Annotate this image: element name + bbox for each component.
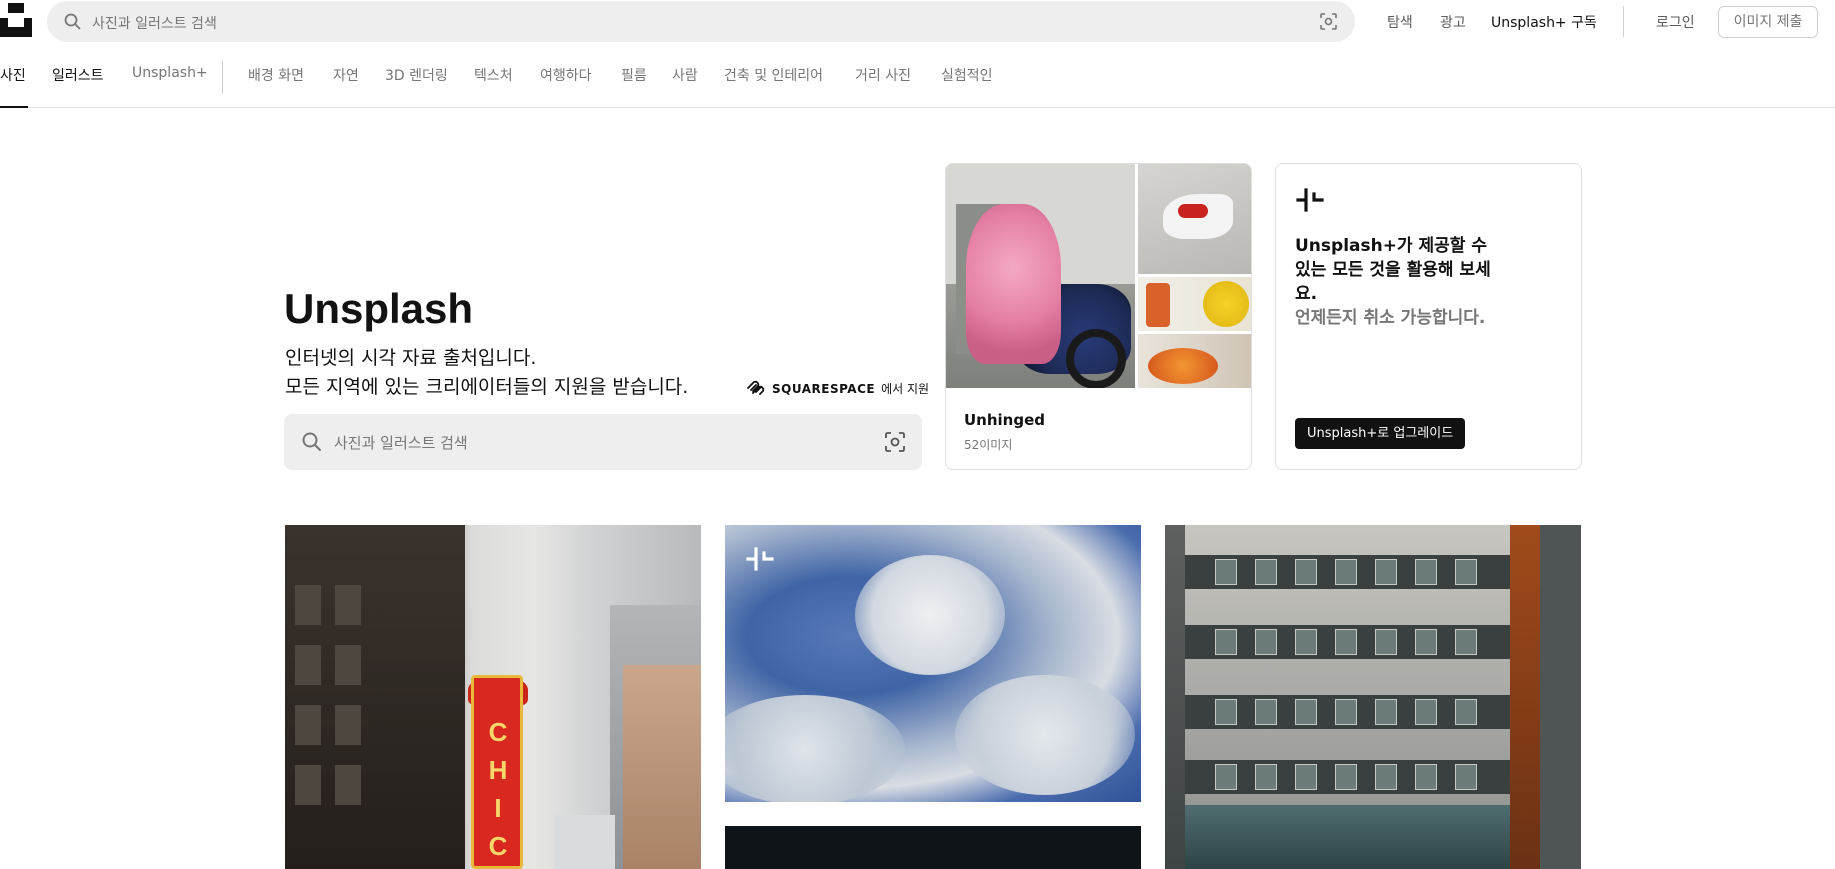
- promo-headline: Unsplash+가 제공할 수 있는 모든 것을 활용해 보세요.: [1295, 236, 1491, 304]
- search-icon[interactable]: [302, 432, 322, 456]
- top-header: 사진과 일러스트 검색 탐색 광고 Unsplash+ 구독 로그인 이미지 제…: [0, 0, 1835, 42]
- topic-architecture-interiors[interactable]: 건축 및 인테리어: [724, 65, 823, 85]
- sponsor-credit[interactable]: SQUARESPACE 에서 지원: [746, 378, 929, 399]
- photo-blue-terrain[interactable]: [725, 525, 1141, 802]
- unsplash-plus-promo-card: Unsplash+가 제공할 수 있는 모든 것을 활용해 보세요. 언제든지 …: [1275, 163, 1582, 470]
- topic-street-photography[interactable]: 거리 사진: [855, 65, 911, 85]
- tab-unsplash-plus[interactable]: Unsplash+: [132, 65, 208, 81]
- hero-tagline-1: 인터넷의 시각 자료 출처입니다.: [285, 347, 537, 369]
- collection-image-shoes: [1138, 164, 1251, 274]
- topic-travel[interactable]: 여행하다: [540, 65, 592, 85]
- category-separator: [222, 61, 223, 94]
- collection-image-still-life: [1138, 277, 1251, 331]
- photo-hong-kong-building[interactable]: [1165, 525, 1581, 869]
- chicago-sign-text: CHICA: [488, 717, 508, 861]
- topic-3d-renders[interactable]: 3D 렌더링: [385, 65, 448, 85]
- topic-wallpapers[interactable]: 배경 화면: [248, 65, 304, 85]
- squarespace-logo-icon: [746, 378, 766, 399]
- login-link[interactable]: 로그인: [1656, 12, 1695, 32]
- category-bar: 사진 일러스트 Unsplash+ 배경 화면 자연 3D 렌더링 텍스처 여행…: [0, 56, 1835, 108]
- unsplash-logo-icon[interactable]: [0, 3, 32, 37]
- collection-count: 52이미지: [964, 438, 1013, 452]
- topic-experimental[interactable]: 실험적인: [941, 65, 993, 85]
- hero-search-input[interactable]: 사진과 일러스트 검색: [334, 432, 468, 453]
- photo-chicago-theatre[interactable]: CHICA: [285, 525, 701, 869]
- topic-film[interactable]: 필름: [621, 65, 647, 85]
- collection-image-fruit: [1138, 334, 1251, 388]
- topic-people[interactable]: 사람: [672, 65, 698, 85]
- top-search-bar[interactable]: 사진과 일러스트 검색: [47, 1, 1355, 42]
- tab-photos[interactable]: 사진: [0, 65, 26, 85]
- promo-subline: 언제든지 취소 가능합니다.: [1295, 308, 1486, 328]
- hero-title: Unsplash: [284, 285, 474, 332]
- nav-advertise-link[interactable]: 광고: [1440, 12, 1466, 32]
- submit-image-button[interactable]: 이미지 제출: [1718, 6, 1818, 38]
- top-search-input[interactable]: 사진과 일러스트 검색: [92, 13, 217, 33]
- nav-explore-link[interactable]: 탐색: [1387, 12, 1413, 32]
- unsplash-plus-icon: [1295, 186, 1325, 218]
- collection-title: Unhinged: [964, 411, 1046, 429]
- collection-image-main: [946, 164, 1135, 388]
- active-tab-underline: [0, 106, 28, 108]
- sponsor-name: SQUARESPACE: [772, 381, 876, 396]
- visual-search-icon[interactable]: [1320, 13, 1337, 34]
- header-divider: [1623, 6, 1624, 37]
- nav-unsplash-plus-link[interactable]: Unsplash+ 구독: [1491, 12, 1597, 32]
- topic-nature[interactable]: 자연: [333, 65, 359, 85]
- hero-tagline-2: 모든 지역에 있는 크리에이터들의 지원을 받습니다.: [285, 376, 689, 398]
- search-icon[interactable]: [64, 13, 81, 34]
- topic-textures[interactable]: 텍스처: [474, 65, 513, 85]
- unsplash-plus-badge-icon: [745, 545, 775, 577]
- photo-dark[interactable]: [725, 826, 1141, 869]
- visual-search-icon[interactable]: [885, 432, 905, 456]
- tab-illustrations[interactable]: 일러스트: [52, 65, 104, 85]
- featured-collection-card[interactable]: Unhinged 52이미지: [945, 163, 1252, 470]
- upgrade-button[interactable]: Unsplash+로 업그레이드: [1295, 418, 1466, 449]
- sponsor-suffix: 에서 지원: [881, 382, 930, 396]
- hero-search-bar[interactable]: 사진과 일러스트 검색: [284, 414, 922, 470]
